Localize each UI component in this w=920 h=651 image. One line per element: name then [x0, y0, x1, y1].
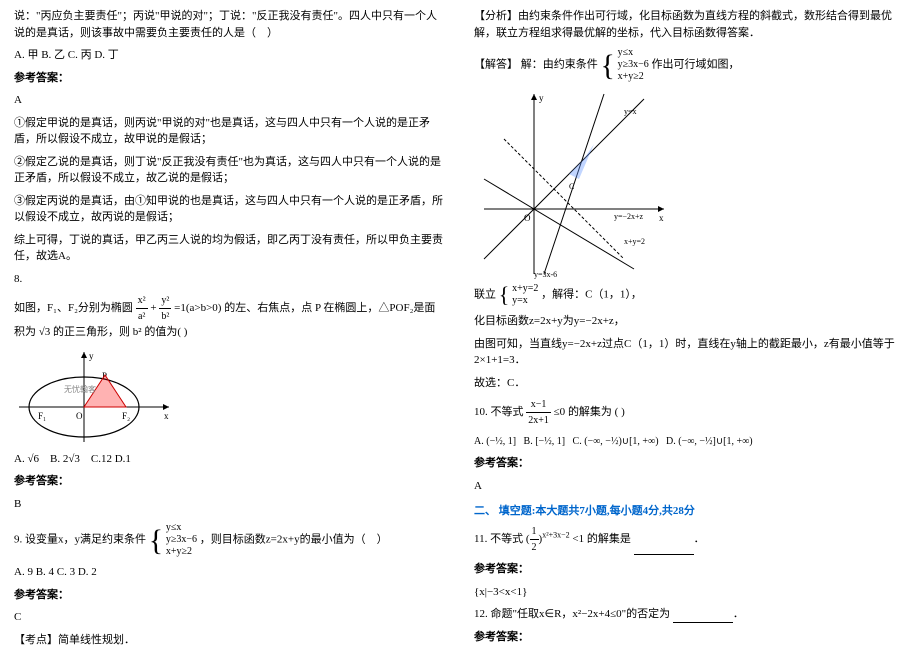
q8-number: 8. — [14, 271, 446, 288]
kaodian-label: 【考点】 — [14, 634, 58, 646]
svg-text:x: x — [659, 213, 664, 223]
right-column: 【分析】由约束条件作出可行域，化目标函数为直线方程的斜截式，数形结合得到最优解，… — [460, 0, 920, 651]
kaodian-row: 【考点】简单线性规划． — [14, 632, 446, 649]
q-options: A. 甲 B. 乙 C. 丙 D. 丁 — [14, 47, 446, 64]
q8-part-c: 的正三角形，则 b² 的值为( ) — [53, 326, 187, 338]
q11-row: 11. 不等式 (12)x²+3x−2 <1 的解集是 ． — [474, 524, 906, 555]
sqrt6-icon: √6 — [27, 453, 39, 465]
answer-label: 参考答案： — [14, 70, 446, 87]
jieda-a: 解：由约束条件 — [521, 59, 598, 71]
explain-3: ③假定丙说的是真话，由①知甲说的也是真话，这与四人中只有一个人说的是正矛盾，所以… — [14, 193, 446, 226]
explain-4: 综上可得，丁说的真话，甲乙丙三人说的均为假话，即乙丙丁没有责任，所以甲负主要责任… — [14, 232, 446, 265]
kaodian-text: 简单线性规划． — [58, 634, 135, 646]
q10-frac: x−12x+1 — [526, 397, 551, 428]
svg-text:F₂: F₂ — [122, 411, 130, 421]
jieda-c: 联立 — [474, 289, 496, 301]
interval-c: (−∞, −½)∪[1, +∞) — [584, 436, 658, 447]
q11-a: 11. 不等式 — [474, 533, 523, 545]
svg-text:x: x — [164, 411, 169, 421]
q10-answer: A — [474, 478, 906, 495]
q9-a: 设变量x，y满足约束条件 — [25, 534, 146, 546]
brace-icon: { — [499, 285, 510, 305]
interval-a: (−½, 1] — [486, 436, 516, 447]
feasible-region-figure: O x y y=x x+y=2 y=3x-6 y=−2x+z C — [474, 89, 906, 279]
svg-text:x+y=2: x+y=2 — [624, 237, 645, 246]
section-2-heading: 二、 填空题:本大题共7小题,每小题4分,共28分 — [474, 502, 906, 518]
jieda-b: 作出可行域如图， — [652, 59, 740, 71]
brace-icon: { — [601, 52, 615, 79]
q8-answer: B — [14, 496, 446, 513]
explain-1: ①假定甲说的是真话，则丙说"甲说的对"也是真话，这与四人中只有一个人说的是正矛盾… — [14, 115, 446, 148]
blank-field[interactable] — [634, 543, 694, 555]
svg-text:y=3x-6: y=3x-6 — [534, 270, 557, 279]
constraint-system: y≤x y≥3x−6 x+y≥2 — [166, 522, 197, 558]
half-frac: 12 — [530, 524, 539, 555]
answer-label: 参考答案： — [14, 587, 446, 604]
interval-d: (−∞, −½]∪[1, +∞) — [678, 436, 752, 447]
fenxi-row: 【分析】由约束条件作出可行域，化目标函数为直线方程的斜截式，数形结合得到最优解，… — [474, 8, 906, 41]
constraint-system: y≤x y≥3x−6 x+y≥2 — [618, 47, 649, 83]
q10-row: 10. 不等式 x−12x+1 ≤0 的解集为 ( ) — [474, 397, 906, 428]
q10-op: ≤0 — [554, 406, 566, 418]
q9-options: A. 9 B. 4 C. 3 D. 2 — [14, 564, 446, 581]
q8-options: A. √6 B. 2√3 C.12 D.1 — [14, 451, 446, 468]
q8-text: 如图，F₁、F₂分别为椭圆 x²a² + y²b² =1(a>b>0) 的左、右… — [14, 293, 446, 341]
answer-label: 参考答案： — [14, 473, 446, 490]
jieda-row: 【解答】 解：由约束条件 { y≤x y≥3x−6 x+y≥2 作出可行域如图， — [474, 47, 906, 83]
q8-part-a: 如图，F₁、F₂分别为椭圆 — [14, 302, 133, 314]
q9-answer: C — [14, 609, 446, 626]
blank-field[interactable] — [673, 611, 733, 623]
jieda-f: 由图可知，当直线y=−2x+z过点C（1，1）时，直线在y轴上的截距最小，z有最… — [474, 336, 906, 369]
ellipse-figure: O F₁ F₂ x y P 无忧翰客 — [14, 347, 446, 447]
plus-sign: + — [150, 302, 156, 314]
fenxi-text: 由约束条件作出可行域，化目标函数为直线方程的斜截式，数形结合得到最优解，联立方程… — [474, 10, 892, 39]
answer-label: 参考答案： — [474, 561, 906, 578]
jieda-d: ，解得：C（1，1）， — [541, 289, 642, 301]
q11-answer: {x|−3<x<1} — [474, 584, 906, 601]
ellipse-eq: =1(a>b>0) — [174, 302, 221, 314]
svg-text:O: O — [76, 411, 83, 421]
jieda-label: 【解答】 — [474, 59, 518, 71]
q9-row: 9. 设变量x，y满足约束条件 { y≤x y≥3x−6 x+y≥2 ，则目标函… — [14, 522, 446, 558]
watermark-text: 无忧翰客 — [64, 384, 96, 394]
ellipse-frac2: y²b² — [159, 293, 171, 324]
svg-text:y=x: y=x — [624, 107, 637, 116]
q10-a: 10. 不等式 — [474, 406, 524, 418]
answer-label: 参考答案： — [474, 629, 906, 646]
q9-b: ，则目标函数z=2x+y的最小值为（ ） — [200, 534, 388, 546]
q12-row: 12. 命题"任取x∈R，x²−2x+4≤0"的否定为 ． — [474, 606, 906, 623]
jieda-c-row: 联立 { x+y=2 y=x ，解得：C（1，1）， — [474, 283, 906, 307]
jieda-g: 故选：C． — [474, 375, 906, 392]
q10-b: 的解集为 ( ) — [568, 406, 625, 418]
svg-text:y=−2x+z: y=−2x+z — [614, 212, 644, 221]
two-sqrt3-icon: 2√3 — [63, 453, 80, 465]
q10-options: A. (−½, 1] B. [−½, 1] C. (−∞, −½)∪[1, +∞… — [474, 434, 906, 449]
system-2: x+y=2 y=x — [512, 283, 538, 307]
q11-sup: x²+3x−2 — [542, 530, 569, 539]
intro-text: 说："丙应负主要责任"；丙说"甲说的对"；丁说："反正我没有责任"。四人中只有一… — [14, 8, 446, 41]
q11-ineq: <1 — [572, 533, 584, 545]
svg-text:y: y — [539, 93, 544, 103]
brace-icon: { — [149, 527, 163, 554]
q11-b: 的解集是 — [587, 533, 631, 545]
interval-b: [−½, 1] — [535, 436, 565, 447]
answer-value: A — [14, 92, 446, 109]
ellipse-frac1: x²a² — [136, 293, 148, 324]
explain-2: ②假定乙说的是真话，则丁说"反正我没有责任"也为真话，这与四人中只有一个人说的是… — [14, 154, 446, 187]
answer-label: 参考答案： — [474, 455, 906, 472]
fenxi-label: 【分析】 — [474, 10, 518, 22]
svg-text:C: C — [569, 182, 574, 191]
svg-text:y: y — [89, 351, 94, 361]
q9-num: 9. — [14, 534, 25, 546]
q12-text: 12. 命题"任取x∈R，x²−2x+4≤0"的否定为 — [474, 608, 670, 620]
jieda-e: 化目标函数z=2x+y为y=−2x+z， — [474, 313, 906, 330]
left-column: 说："丙应负主要责任"；丙说"甲说的对"；丁说："反正我没有责任"。四人中只有一… — [0, 0, 460, 651]
sqrt3-icon: √3 — [39, 326, 51, 338]
svg-text:F₁: F₁ — [38, 411, 46, 421]
